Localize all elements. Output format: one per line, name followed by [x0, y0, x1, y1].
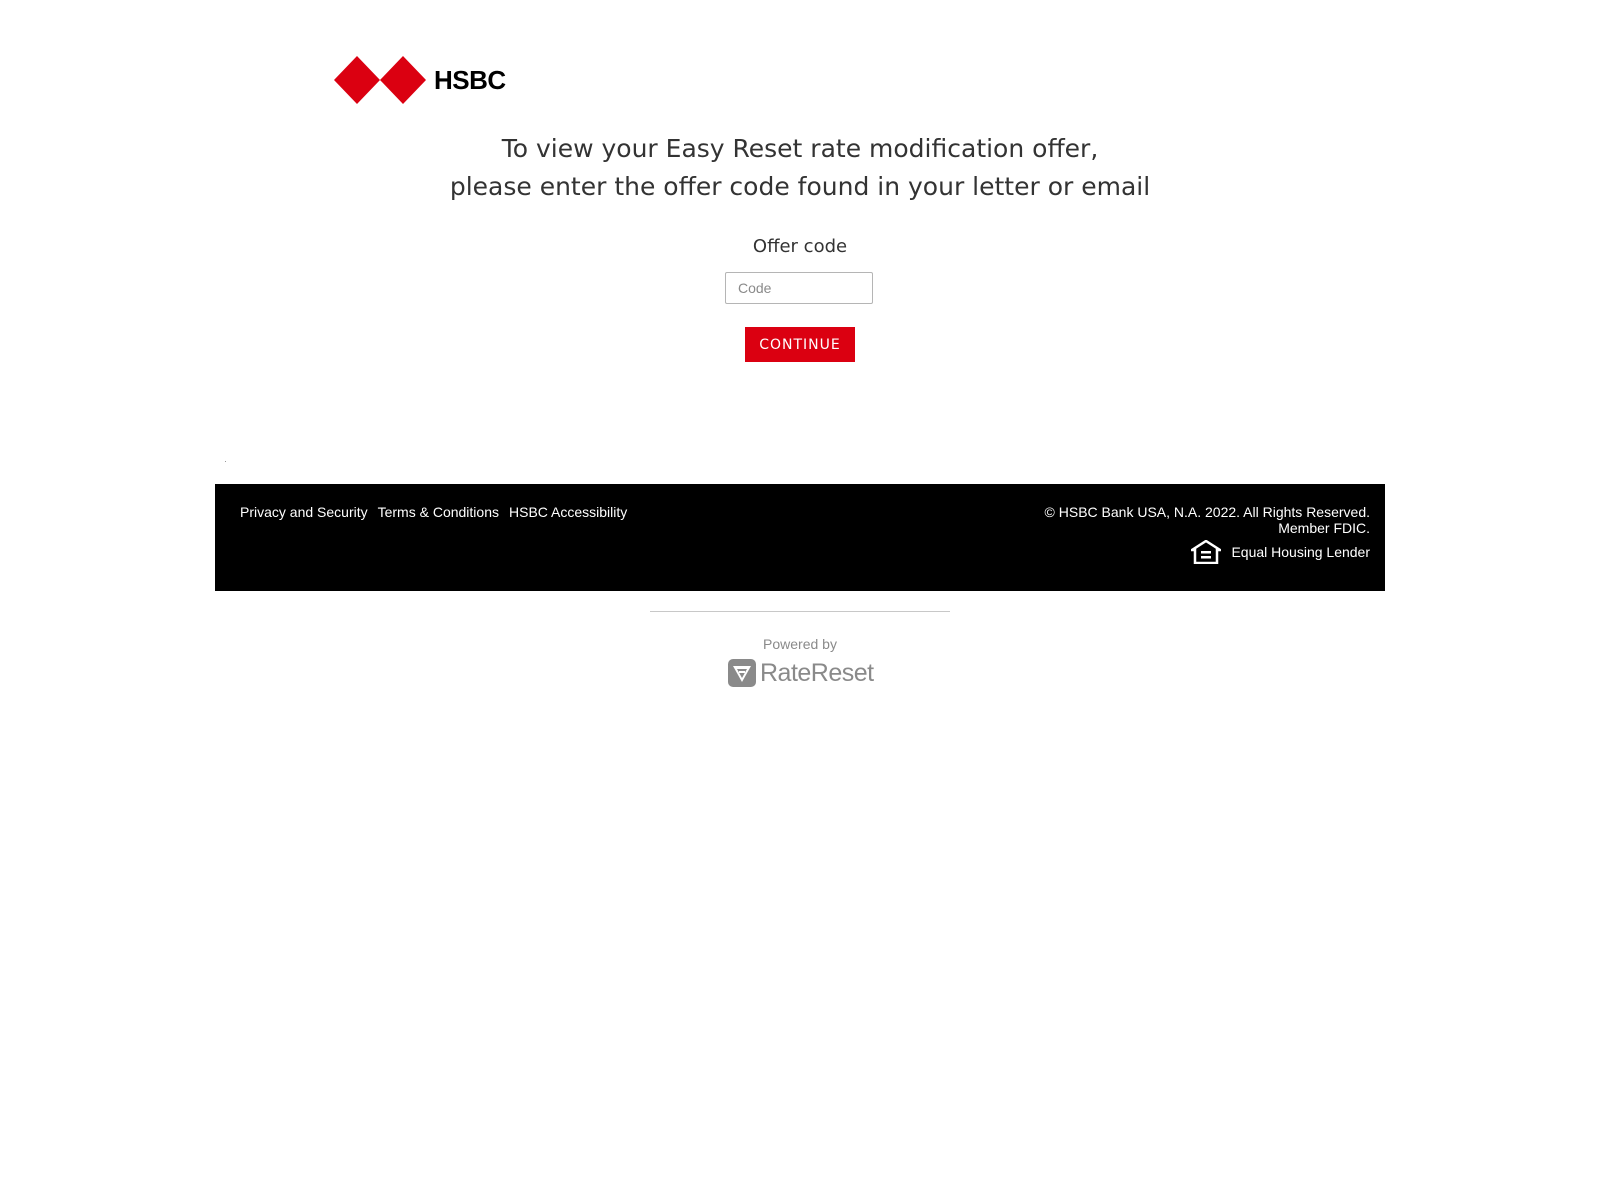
- offer-code-label: Offer code: [752, 236, 848, 257]
- footer: Privacy and Security Terms & Conditions …: [215, 484, 1385, 591]
- equal-housing-text: Equal Housing Lender: [1231, 544, 1370, 560]
- offer-code-input[interactable]: [725, 272, 873, 304]
- ratereset-logo[interactable]: RateReset: [727, 658, 874, 688]
- footer-links: Privacy and Security Terms & Conditions …: [240, 504, 627, 520]
- divider: [650, 611, 950, 612]
- page: HSBC To view your Easy Reset rate modifi…: [0, 0, 1600, 1200]
- privacy-security-link[interactable]: Privacy and Security: [240, 504, 368, 520]
- continue-button[interactable]: CONTINUE: [745, 327, 855, 362]
- powered-by-label: Powered by: [763, 636, 837, 652]
- ratereset-text: RateReset: [760, 658, 874, 687]
- headline-line-2: please enter the offer code found in you…: [449, 172, 1151, 201]
- footer-legal: © HSBC Bank USA, N.A. 2022. All Rights R…: [1045, 504, 1370, 564]
- decorative-dot: [225, 461, 226, 462]
- headline-line-1: To view your Easy Reset rate modificatio…: [501, 134, 1099, 163]
- hsbc-accessibility-link[interactable]: HSBC Accessibility: [509, 504, 627, 520]
- page-headline: To view your Easy Reset rate modificatio…: [0, 130, 1600, 206]
- equal-housing-icon: [1191, 540, 1222, 564]
- terms-conditions-link[interactable]: Terms & Conditions: [378, 504, 499, 520]
- copyright-text: © HSBC Bank USA, N.A. 2022. All Rights R…: [1044, 504, 1370, 520]
- hsbc-hexagon-logo-icon: [334, 56, 426, 104]
- ratereset-logo-icon: [728, 659, 756, 687]
- member-fdic-text: Member FDIC.: [1278, 520, 1370, 536]
- equal-housing-lender: Equal Housing Lender: [1045, 540, 1370, 564]
- hsbc-logo-text: HSBC: [434, 64, 506, 95]
- hsbc-logo[interactable]: HSBC: [334, 56, 506, 104]
